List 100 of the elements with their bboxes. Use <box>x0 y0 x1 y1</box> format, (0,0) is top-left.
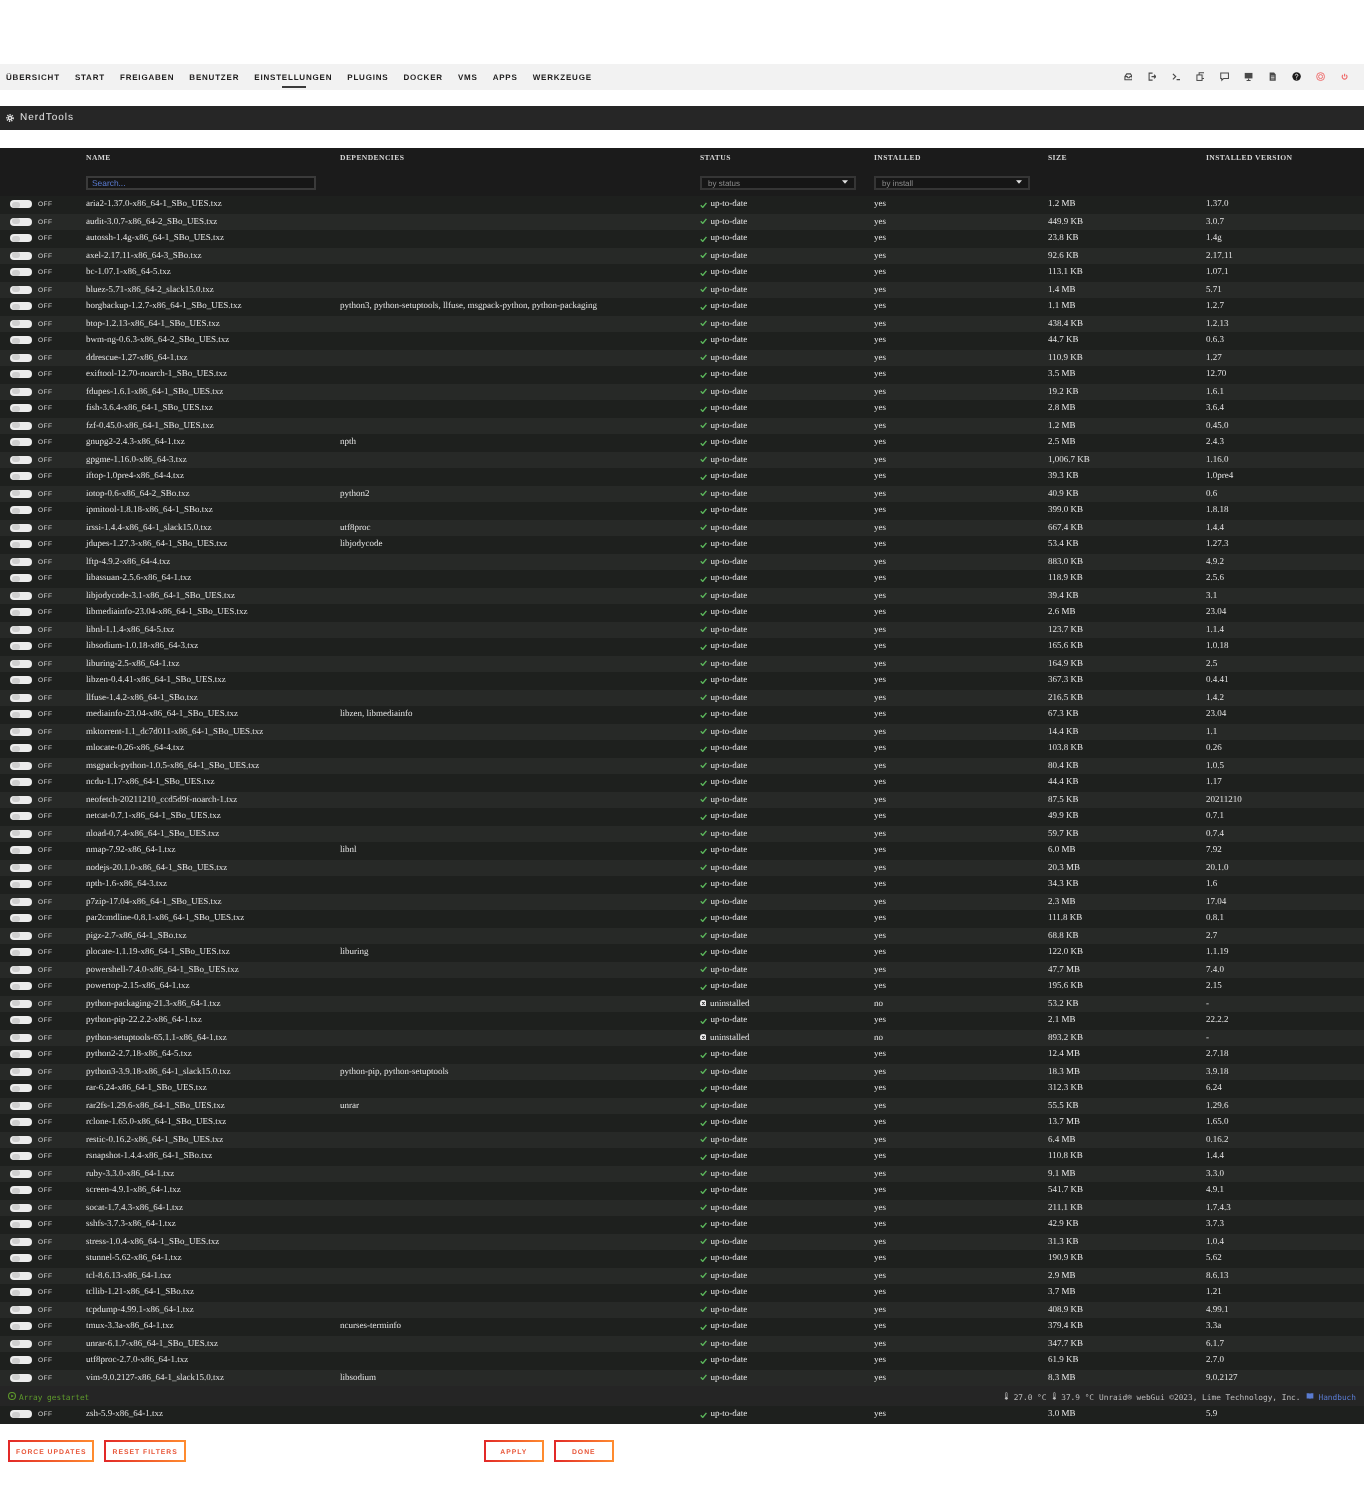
toggle-switch[interactable] <box>10 880 32 889</box>
toggle-switch[interactable] <box>10 1237 32 1246</box>
toggle-switch[interactable] <box>10 1356 32 1365</box>
toggle-switch[interactable] <box>10 319 32 328</box>
toggle-switch[interactable] <box>10 217 32 226</box>
toggle-switch[interactable] <box>10 421 32 430</box>
check-icon <box>700 1017 708 1024</box>
toggle-switch[interactable] <box>10 1410 32 1419</box>
toggle-switch[interactable] <box>10 1152 32 1161</box>
toggle-switch[interactable] <box>10 1050 32 1059</box>
document-icon[interactable] <box>1268 72 1278 82</box>
toggle-switch[interactable] <box>10 608 32 617</box>
toggle-switch[interactable] <box>10 1254 32 1263</box>
toggle-switch[interactable] <box>10 914 32 923</box>
toggle-switch[interactable] <box>10 1169 32 1178</box>
monitor-icon[interactable] <box>1244 72 1254 82</box>
check-icon <box>700 252 708 259</box>
thermometer-icon <box>1003 1392 1009 1400</box>
check-icon <box>700 728 708 735</box>
toggle-switch[interactable] <box>10 1067 32 1076</box>
toggle-switch[interactable] <box>10 200 32 209</box>
toggle-switch[interactable] <box>10 1288 32 1297</box>
toggle-switch[interactable] <box>10 1135 32 1144</box>
toggle-switch[interactable] <box>10 523 32 532</box>
toggle-switch[interactable] <box>10 659 32 668</box>
toggle-switch[interactable] <box>10 1271 32 1280</box>
toggle-switch[interactable] <box>10 1186 32 1195</box>
toggle-switch[interactable] <box>10 268 32 277</box>
check-icon <box>700 1068 708 1075</box>
toggle-switch[interactable] <box>10 1033 32 1042</box>
toggle-switch[interactable] <box>10 455 32 464</box>
toggle-switch[interactable] <box>10 693 32 702</box>
check-icon <box>700 1085 708 1092</box>
toggle-switch[interactable] <box>10 948 32 957</box>
terminal-icon[interactable] <box>1171 72 1181 82</box>
toggle-switch[interactable] <box>10 965 32 974</box>
toggle-switch[interactable] <box>10 744 32 753</box>
toggle-switch[interactable] <box>10 1084 32 1093</box>
toggle-switch[interactable] <box>10 829 32 838</box>
toggle-switch[interactable] <box>10 302 32 311</box>
toggle-switch[interactable] <box>10 812 32 821</box>
toggle-switch[interactable] <box>10 540 32 549</box>
toggle-switch[interactable] <box>10 404 32 413</box>
toggle-switch[interactable] <box>10 931 32 940</box>
toggle-switch[interactable] <box>10 795 32 804</box>
toggle-switch[interactable] <box>10 591 32 600</box>
check-icon <box>700 898 708 905</box>
check-icon <box>700 1153 708 1160</box>
toggle-switch[interactable] <box>10 625 32 634</box>
toggle-switch[interactable] <box>10 999 32 1008</box>
check-icon <box>700 388 708 395</box>
check-icon <box>700 1221 708 1228</box>
check-icon <box>700 830 708 837</box>
toggle-switch[interactable] <box>10 438 32 447</box>
toggle-switch[interactable] <box>10 1101 32 1110</box>
check-icon <box>700 932 708 939</box>
toggle-switch[interactable] <box>10 897 32 906</box>
toggle-switch[interactable] <box>10 710 32 719</box>
check-icon <box>700 1102 708 1109</box>
toggle-switch[interactable] <box>10 472 32 481</box>
chat-icon[interactable] <box>1219 72 1230 82</box>
check-icon <box>700 915 708 922</box>
toggle-switch[interactable] <box>10 574 32 583</box>
toggle-switch[interactable] <box>10 1322 32 1331</box>
book-icon <box>1305 1392 1314 1400</box>
toggle-switch[interactable] <box>10 353 32 362</box>
copy-icon[interactable] <box>1195 72 1205 82</box>
toggle-switch[interactable] <box>10 676 32 685</box>
toggle-switch[interactable] <box>10 642 32 651</box>
help-icon[interactable] <box>1292 72 1302 82</box>
check-icon <box>700 320 708 327</box>
toggle-switch[interactable] <box>10 778 32 787</box>
check-icon <box>700 864 708 871</box>
toggle-switch[interactable] <box>10 506 32 515</box>
toggle-switch[interactable] <box>10 761 32 770</box>
logout-icon[interactable] <box>1147 72 1157 82</box>
toggle-switch[interactable] <box>10 285 32 294</box>
toggle-switch[interactable] <box>10 1373 32 1382</box>
toggle-switch[interactable] <box>10 727 32 736</box>
check-icon <box>700 592 708 599</box>
toggle-switch[interactable] <box>10 370 32 379</box>
toggle-switch[interactable] <box>10 1118 32 1127</box>
tray-icon[interactable] <box>1123 72 1133 82</box>
toggle-switch[interactable] <box>10 982 32 991</box>
toggle-switch[interactable] <box>10 234 32 243</box>
toggle-switch[interactable] <box>10 557 32 566</box>
toggle-switch[interactable] <box>10 251 32 260</box>
toggle-switch[interactable] <box>10 1339 32 1348</box>
toggle-switch[interactable] <box>10 1305 32 1314</box>
toggle-switch[interactable] <box>10 489 32 498</box>
toggle-switch[interactable] <box>10 1016 32 1025</box>
check-icon <box>700 439 708 446</box>
toggle-switch[interactable] <box>10 1203 32 1212</box>
toggle-switch[interactable] <box>10 863 32 872</box>
toggle-switch[interactable] <box>10 336 32 345</box>
check-icon <box>700 507 708 514</box>
toggle-switch[interactable] <box>10 1220 32 1229</box>
power-icon[interactable] <box>1340 72 1350 82</box>
toggle-switch[interactable] <box>10 387 32 396</box>
toggle-switch[interactable] <box>10 846 32 855</box>
